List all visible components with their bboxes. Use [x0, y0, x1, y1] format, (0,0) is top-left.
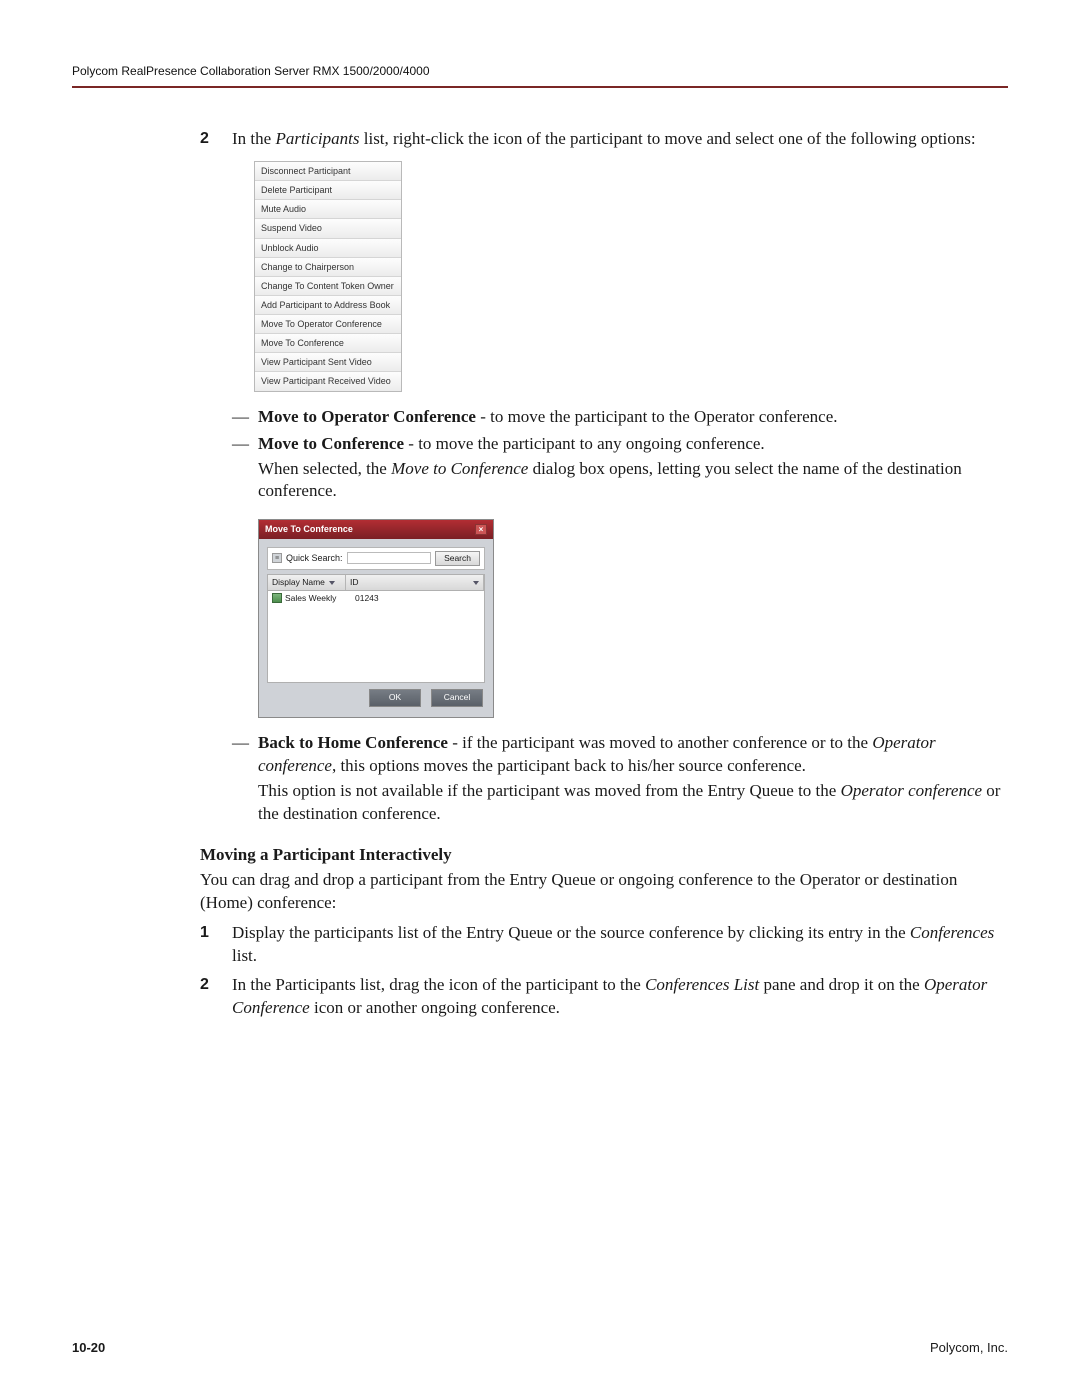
table-row[interactable]: Sales Weekly 01243: [268, 591, 484, 606]
section-intro: You can drag and drop a participant from…: [200, 869, 1008, 915]
ok-button[interactable]: OK: [369, 689, 421, 706]
conference-icon: [272, 593, 282, 603]
menu-item[interactable]: Change to Chairperson: [255, 258, 401, 277]
footer-company: Polycom, Inc.: [930, 1340, 1008, 1355]
quick-search-input[interactable]: [347, 552, 432, 564]
menu-item[interactable]: View Participant Received Video: [255, 372, 401, 390]
section-heading: Moving a Participant Interactively: [200, 844, 1008, 867]
list-icon: ≡: [272, 553, 282, 563]
search-button[interactable]: Search: [435, 551, 480, 566]
menu-item[interactable]: Unblock Audio: [255, 239, 401, 258]
context-menu-screenshot: Disconnect Participant Delete Participan…: [254, 161, 402, 392]
bullet-dash: —: [232, 406, 258, 429]
column-display-name[interactable]: Display Name: [268, 575, 346, 590]
menu-item[interactable]: Delete Participant: [255, 181, 401, 200]
menu-item[interactable]: Suspend Video: [255, 219, 401, 238]
page-number: 10-20: [72, 1340, 105, 1355]
menu-item[interactable]: Move To Operator Conference: [255, 315, 401, 334]
cancel-button[interactable]: Cancel: [431, 689, 483, 706]
page-header: Polycom RealPresence Collaboration Serve…: [72, 64, 1008, 88]
menu-item[interactable]: Change To Content Token Owner: [255, 277, 401, 296]
dialog-title: Move To Conference: [265, 523, 353, 535]
step-number: 1: [200, 922, 232, 968]
step-number: 2: [200, 974, 232, 1020]
bullet-dash: —: [232, 433, 258, 508]
sort-icon: [329, 581, 335, 585]
quick-search-label: Quick Search:: [286, 552, 343, 564]
step-text: In the Participants list, drag the icon …: [232, 974, 1008, 1020]
menu-item[interactable]: View Participant Sent Video: [255, 353, 401, 372]
grid-body: Sales Weekly 01243: [267, 591, 485, 683]
step-number: 2: [200, 128, 232, 151]
menu-item[interactable]: Mute Audio: [255, 200, 401, 219]
bullet-dash: —: [232, 732, 258, 830]
bullet-text: Move to Conference - to move the partici…: [258, 433, 1008, 508]
grid-header: Display Name ID: [267, 574, 485, 591]
menu-item[interactable]: Disconnect Participant: [255, 162, 401, 181]
menu-item[interactable]: Add Participant to Address Book: [255, 296, 401, 315]
menu-item[interactable]: Move To Conference: [255, 334, 401, 353]
column-id[interactable]: ID: [346, 575, 484, 590]
sort-icon: [473, 581, 479, 585]
close-icon[interactable]: ×: [475, 524, 487, 535]
bullet-text: Back to Home Conference - if the partici…: [258, 732, 1008, 830]
step-text: Display the participants list of the Ent…: [232, 922, 1008, 968]
bullet-text: Move to Operator Conference - to move th…: [258, 406, 1008, 429]
step-text: In the Participants list, right-click th…: [232, 128, 1008, 151]
move-to-conference-dialog: Move To Conference × ≡ Quick Search: Sea…: [258, 519, 494, 718]
